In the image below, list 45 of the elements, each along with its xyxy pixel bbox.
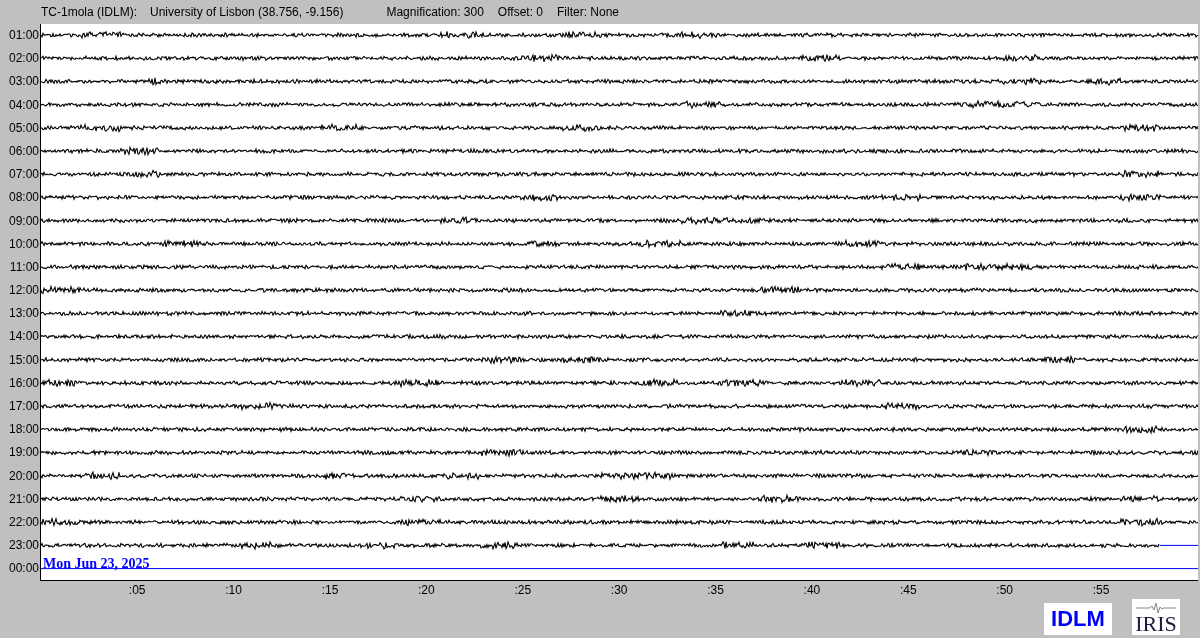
time-label: 07:00 <box>7 166 40 184</box>
waveform-icon <box>1136 603 1176 613</box>
axis-tick-label: :40 <box>802 583 822 597</box>
time-label: 10:00 <box>7 235 40 253</box>
filter-label: Filter: None <box>557 5 620 19</box>
axis-tick-label: :15 <box>320 583 340 597</box>
time-label: 04:00 <box>7 96 40 114</box>
station-logo: IDLM <box>1044 603 1112 635</box>
time-label: 22:00 <box>7 513 40 531</box>
network-logo-text: IRIS <box>1135 613 1177 635</box>
time-label: 19:00 <box>7 444 40 462</box>
axis-tick-label: :35 <box>706 583 725 597</box>
station-name: TC-1mola (IDLM): <box>41 5 137 19</box>
axis-tick-label: :25 <box>513 583 533 597</box>
station-location: University of Lisbon (38.756, -9.156) <box>150 5 344 19</box>
axis-tick-label: :55 <box>1091 583 1111 597</box>
axis-tick-label: :45 <box>898 583 918 597</box>
time-label: 12:00 <box>7 282 40 300</box>
time-label: 05:00 <box>7 119 40 137</box>
time-label: 23:00 <box>7 537 40 555</box>
offset-label: Offset: 0 <box>497 5 543 19</box>
axis-tick-label: :20 <box>417 583 436 597</box>
axis-tick-label: :30 <box>609 583 629 597</box>
time-label: 14:00 <box>7 328 40 346</box>
time-label: 16:00 <box>7 374 40 392</box>
time-label: 08:00 <box>7 189 40 207</box>
axis-tick-label: :10 <box>224 583 243 597</box>
time-label: 18:00 <box>7 421 40 439</box>
date-label: Mon Jun 23, 2025 <box>43 555 150 571</box>
axis-tick-label: :50 <box>995 583 1015 597</box>
time-label: 17:00 <box>7 398 40 415</box>
time-label: 09:00 <box>7 212 40 230</box>
time-label: 01:00 <box>7 27 40 44</box>
time-label: 21:00 <box>7 490 40 508</box>
time-label: 15:00 <box>7 351 40 369</box>
time-label: 11:00 <box>8 258 40 276</box>
axis-tick-label: :05 <box>127 583 147 597</box>
time-label: 00:00 <box>7 560 40 578</box>
magnification-label: Magnification: 300 <box>386 5 484 19</box>
time-label: 03:00 <box>7 73 40 91</box>
baseline <box>1159 544 1198 546</box>
time-label: 20:00 <box>7 467 40 485</box>
time-label: 02:00 <box>7 50 40 68</box>
time-label: 06:00 <box>7 142 40 160</box>
time-label: 13:00 <box>7 305 40 323</box>
